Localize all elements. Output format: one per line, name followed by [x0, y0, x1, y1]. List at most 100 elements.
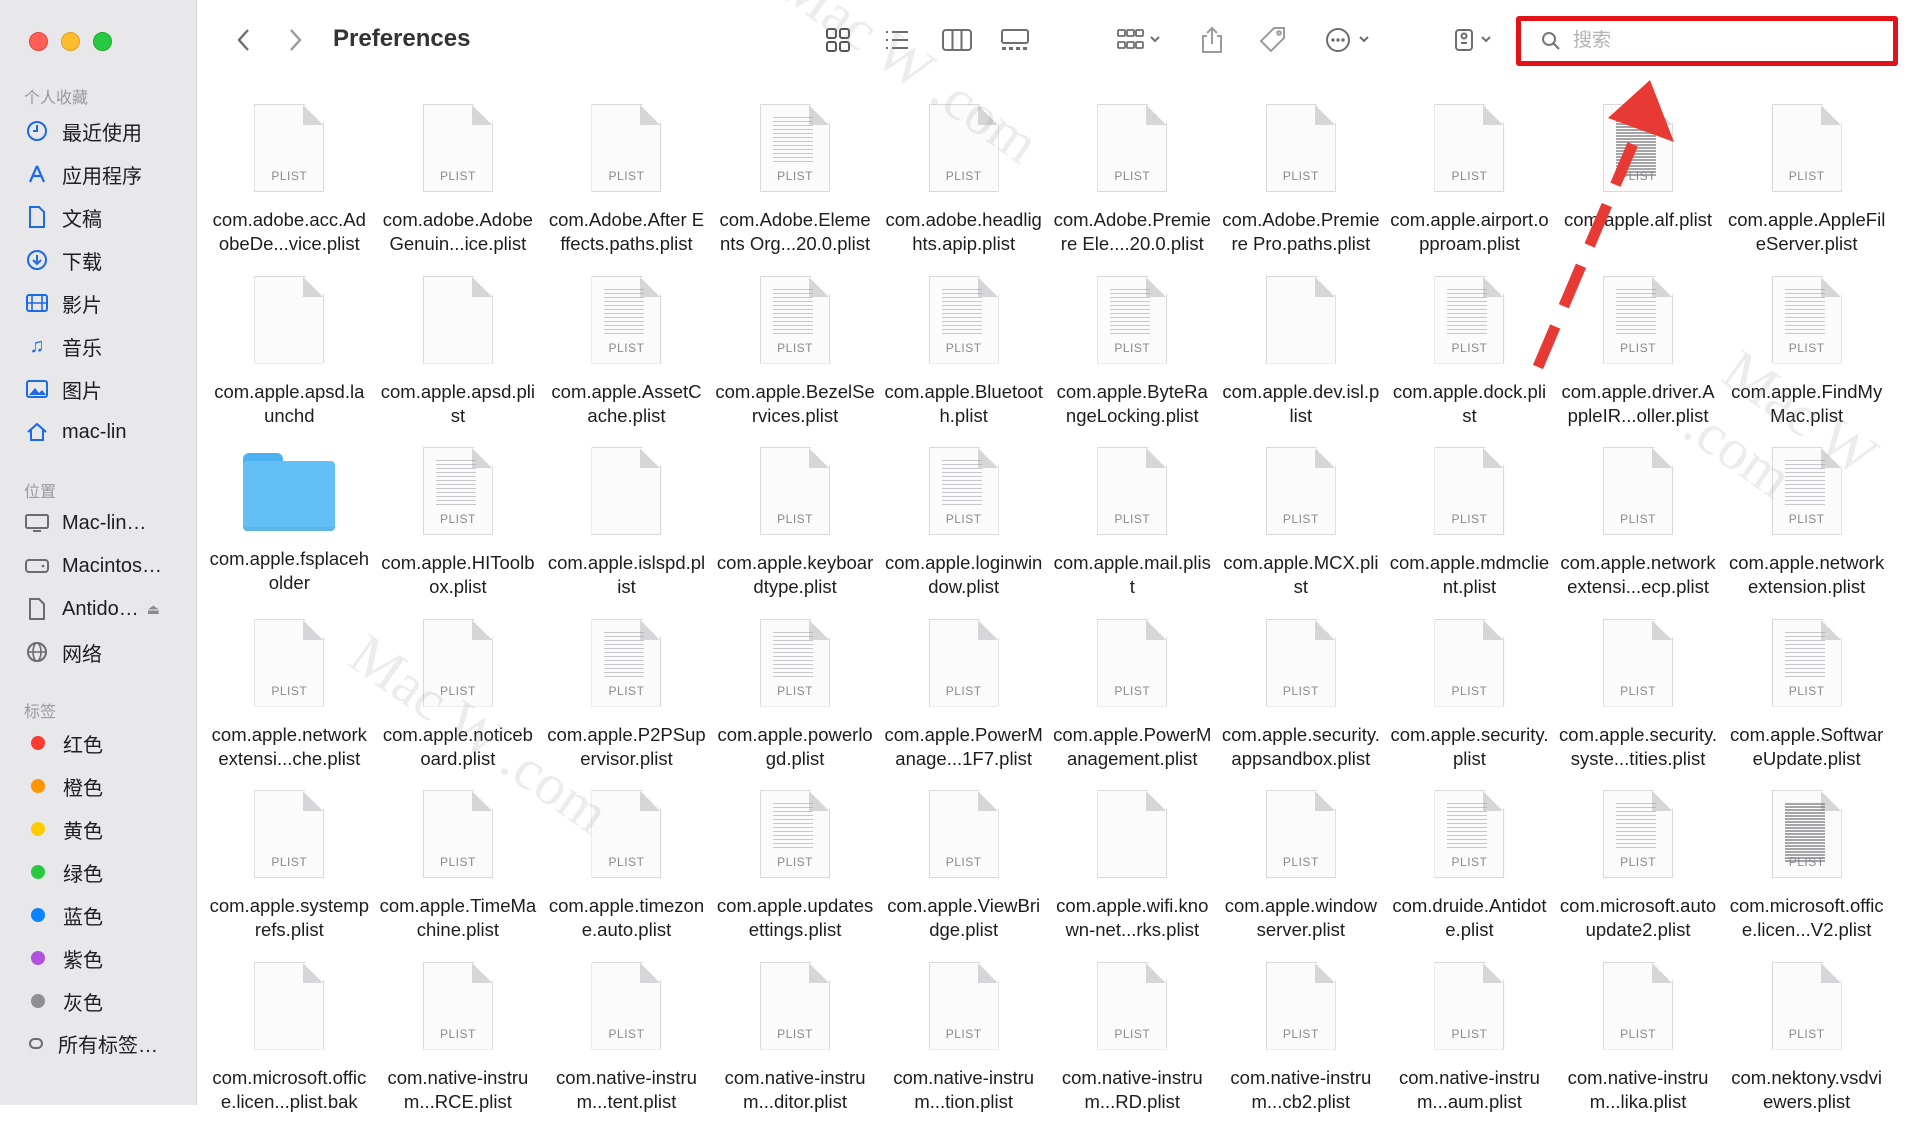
- file-item[interactable]: PLISTcom.microsoft.office.licen...V2.pli…: [1722, 786, 1891, 958]
- file-item[interactable]: PLISTcom.apple.systemprefs.plist: [205, 786, 374, 958]
- file-item[interactable]: PLISTcom.druide.Antidote.plist: [1385, 786, 1554, 958]
- file-item[interactable]: PLISTcom.Adobe.Premiere Ele....20.0.plis…: [1048, 100, 1217, 272]
- sidebar-item-antidote[interactable]: Antido… ⏏: [24, 591, 184, 627]
- file-item[interactable]: PLISTcom.native-instrum...tent.plist: [542, 958, 711, 1129]
- file-item[interactable]: com.apple.apsd.launchd: [205, 272, 374, 444]
- file-item[interactable]: PLISTcom.adobe.headlights.apip.plist: [879, 100, 1048, 272]
- connect-server-button[interactable]: [1450, 20, 1498, 60]
- sidebar-item-tag[interactable]: 紫色: [24, 940, 184, 976]
- file-item[interactable]: PLISTcom.apple.PowerManage...1F7.plist: [879, 615, 1048, 787]
- file-item[interactable]: PLISTcom.native-instrum...tion.plist: [879, 958, 1048, 1129]
- file-item[interactable]: PLISTcom.apple.mail.plist: [1048, 443, 1217, 615]
- file-item[interactable]: PLISTcom.apple.P2PSupervisor.plist: [542, 615, 711, 787]
- sidebar-item-recents[interactable]: 最近使用: [24, 113, 184, 149]
- zoom-window-button[interactable]: [93, 32, 112, 51]
- file-item[interactable]: PLISTcom.adobe.acc.AdobeDe...vice.plist: [205, 100, 374, 272]
- forward-button[interactable]: [281, 20, 311, 60]
- back-button[interactable]: [228, 20, 258, 60]
- file-item[interactable]: PLISTcom.apple.MCX.plist: [1217, 443, 1386, 615]
- file-item[interactable]: PLISTcom.apple.updatesettings.plist: [711, 786, 880, 958]
- file-item[interactable]: PLISTcom.apple.SoftwareUpdate.plist: [1722, 615, 1891, 787]
- share-button[interactable]: [1197, 20, 1227, 60]
- file-item[interactable]: PLISTcom.apple.security.syste...tities.p…: [1554, 615, 1723, 787]
- icon-view-button[interactable]: [821, 20, 855, 60]
- file-item[interactable]: PLISTcom.apple.networkextension.plist: [1722, 443, 1891, 615]
- sidebar-item-network[interactable]: 网络: [24, 634, 184, 670]
- tag-button[interactable]: [1256, 20, 1290, 60]
- column-view-button[interactable]: [940, 20, 974, 60]
- minimize-window-button[interactable]: [61, 32, 80, 51]
- file-item[interactable]: PLISTcom.apple.timezone.auto.plist: [542, 786, 711, 958]
- file-item[interactable]: com.apple.fsplaceholder: [205, 443, 374, 615]
- close-window-button[interactable]: [29, 32, 48, 51]
- file-item[interactable]: com.apple.dev.isl.plist: [1217, 272, 1386, 444]
- file-item[interactable]: PLISTcom.adobe.AdobeGenuin...ice.plist: [374, 100, 543, 272]
- file-item[interactable]: PLISTcom.apple.loginwindow.plist: [879, 443, 1048, 615]
- file-item[interactable]: com.apple.islspd.plist: [542, 443, 711, 615]
- search-input[interactable]: [1571, 29, 1855, 53]
- file-item[interactable]: PLISTcom.apple.security.plist: [1385, 615, 1554, 787]
- sidebar-item-downloads[interactable]: 下载: [24, 242, 184, 278]
- sidebar-item-applications[interactable]: 应用程序: [24, 156, 184, 192]
- file-item[interactable]: PLISTcom.native-instrum...aum.plist: [1385, 958, 1554, 1129]
- file-item[interactable]: PLISTcom.apple.TimeMachine.plist: [374, 786, 543, 958]
- file-item[interactable]: PLISTcom.apple.PowerManagement.plist: [1048, 615, 1217, 787]
- file-item[interactable]: PLISTcom.apple.security.appsandbox.plist: [1217, 615, 1386, 787]
- file-item[interactable]: PLISTcom.native-instrum...cb2.plist: [1217, 958, 1386, 1129]
- file-item[interactable]: PLISTcom.apple.windowserver.plist: [1217, 786, 1386, 958]
- file-item[interactable]: PLISTcom.apple.mdmclient.plist: [1385, 443, 1554, 615]
- sidebar-item-tag[interactable]: 蓝色: [24, 897, 184, 933]
- sidebar: 个人收藏 最近使用 应用程序 文稿 下载: [0, 0, 197, 1105]
- sidebar-item-tag[interactable]: 灰色: [24, 983, 184, 1019]
- file-item[interactable]: PLISTcom.native-instrum...lika.plist: [1554, 958, 1723, 1129]
- file-item[interactable]: com.apple.wifi.known-net...rks.plist: [1048, 786, 1217, 958]
- sidebar-item-tag[interactable]: 绿色: [24, 854, 184, 890]
- sidebar-item-pictures[interactable]: 图片: [24, 371, 184, 407]
- file-item[interactable]: PLISTcom.apple.networkextensi...che.plis…: [205, 615, 374, 787]
- file-item[interactable]: PLISTcom.microsoft.autoupdate2.plist: [1554, 786, 1723, 958]
- file-name: com.apple.windowserver.plist: [1221, 894, 1381, 942]
- list-view-button[interactable]: [880, 20, 914, 60]
- sidebar-item-tag[interactable]: 红色: [24, 725, 184, 761]
- file-item[interactable]: PLISTcom.apple.Bluetooth.plist: [879, 272, 1048, 444]
- file-item[interactable]: PLISTcom.apple.FindMyMac.plist: [1722, 272, 1891, 444]
- file-name: com.apple.dock.plist: [1389, 380, 1549, 428]
- file-item[interactable]: com.microsoft.office.licen...plist.bak: [205, 958, 374, 1129]
- eject-icon[interactable]: ⏏: [147, 601, 160, 618]
- file-item[interactable]: PLISTcom.apple.driver.AppleIR...oller.pl…: [1554, 272, 1723, 444]
- sidebar-item-all-tags[interactable]: 所有标签…: [24, 1025, 184, 1061]
- sidebar-item-macintosh-hd[interactable]: Macintos…: [24, 548, 184, 584]
- gallery-view-button[interactable]: [998, 20, 1032, 60]
- file-item[interactable]: PLISTcom.apple.powerlogd.plist: [711, 615, 880, 787]
- file-item[interactable]: PLISTcom.apple.dock.plist: [1385, 272, 1554, 444]
- file-item[interactable]: PLISTcom.apple.keyboardtype.plist: [711, 443, 880, 615]
- sidebar-item-home[interactable]: mac-lin: [24, 414, 184, 450]
- file-item[interactable]: PLISTcom.apple.ViewBridge.plist: [879, 786, 1048, 958]
- file-item[interactable]: PLISTcom.Adobe.Premiere Pro.paths.plist: [1217, 100, 1386, 272]
- sidebar-item-mac-lin[interactable]: Mac-lin…: [24, 505, 184, 541]
- file-item[interactable]: PLISTcom.native-instrum...RCE.plist: [374, 958, 543, 1129]
- file-item[interactable]: PLISTcom.apple.HIToolbox.plist: [374, 443, 543, 615]
- file-item[interactable]: PLISTcom.apple.alf.plist: [1554, 100, 1723, 272]
- file-item[interactable]: PLISTcom.apple.noticeboard.plist: [374, 615, 543, 787]
- more-actions-button[interactable]: [1320, 20, 1378, 60]
- sidebar-item-tag[interactable]: 黄色: [24, 811, 184, 847]
- sidebar-item-tag[interactable]: 橙色: [24, 768, 184, 804]
- file-item[interactable]: PLISTcom.nektony.vsdviewers.plist: [1722, 958, 1891, 1129]
- file-item[interactable]: PLISTcom.apple.airport.opproam.plist: [1385, 100, 1554, 272]
- sidebar-item-music[interactable]: ♫ 音乐: [24, 328, 184, 364]
- sidebar-item-documents[interactable]: 文稿: [24, 199, 184, 235]
- file-item[interactable]: PLISTcom.apple.networkextensi...ecp.plis…: [1554, 443, 1723, 615]
- file-item[interactable]: PLISTcom.apple.AppleFileServer.plist: [1722, 100, 1891, 272]
- file-item[interactable]: PLISTcom.native-instrum...RD.plist: [1048, 958, 1217, 1129]
- file-item[interactable]: PLISTcom.apple.BezelServices.plist: [711, 272, 880, 444]
- file-item[interactable]: PLISTcom.Adobe.After Effects.paths.plist: [542, 100, 711, 272]
- group-by-button[interactable]: [1109, 20, 1169, 60]
- sidebar-item-movies[interactable]: 影片: [24, 285, 184, 321]
- file-item[interactable]: PLISTcom.Adobe.Elements Org...20.0.plist: [711, 100, 880, 272]
- file-item[interactable]: PLISTcom.native-instrum...ditor.plist: [711, 958, 880, 1129]
- file-item[interactable]: PLISTcom.apple.AssetCache.plist: [542, 272, 711, 444]
- file-item[interactable]: com.apple.apsd.plist: [374, 272, 543, 444]
- search-field-highlighted[interactable]: [1516, 16, 1898, 66]
- file-item[interactable]: PLISTcom.apple.ByteRangeLocking.plist: [1048, 272, 1217, 444]
